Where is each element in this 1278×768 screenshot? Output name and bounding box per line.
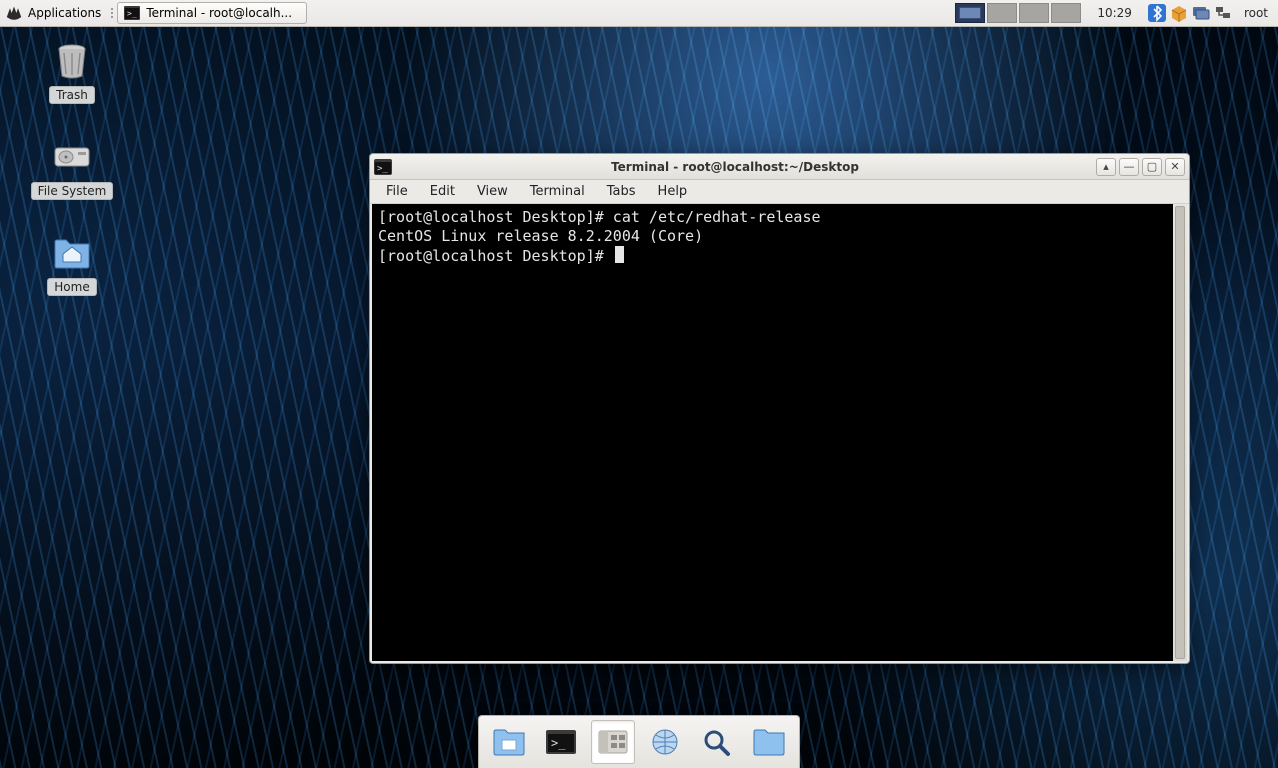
globe-icon bbox=[648, 727, 682, 757]
menu-terminal[interactable]: Terminal bbox=[520, 182, 595, 201]
dock-search[interactable] bbox=[695, 720, 739, 764]
minimize-icon: — bbox=[1124, 160, 1135, 173]
desktop-icon-trash[interactable]: Trash bbox=[12, 38, 132, 104]
window-maximize-button[interactable]: ▢ bbox=[1142, 158, 1162, 176]
terminal-icon: >_ bbox=[124, 6, 140, 20]
workspace-3[interactable] bbox=[1019, 3, 1049, 23]
terminal-icon: >_ bbox=[544, 727, 578, 757]
window-minimize-button[interactable]: — bbox=[1119, 158, 1139, 176]
workspace-4[interactable] bbox=[1051, 3, 1081, 23]
terminal-window: >_ Terminal - root@localhost:~/Desktop ▴… bbox=[369, 153, 1190, 664]
window-menubar: File Edit View Terminal Tabs Help bbox=[370, 180, 1189, 204]
window-titlebar[interactable]: >_ Terminal - root@localhost:~/Desktop ▴… bbox=[370, 154, 1189, 180]
workspace-1[interactable] bbox=[955, 3, 985, 23]
terminal-line: [root@localhost Desktop]# cat /etc/redha… bbox=[378, 208, 821, 226]
workspace-switcher bbox=[949, 0, 1087, 26]
window-shade-button[interactable]: ▴ bbox=[1096, 158, 1116, 176]
terminal-line: CentOS Linux release 8.2.2004 (Core) bbox=[378, 227, 703, 245]
desktop-icon-label: Trash bbox=[49, 86, 95, 104]
dock-folder[interactable] bbox=[747, 720, 791, 764]
window-title: Terminal - root@localhost:~/Desktop bbox=[374, 160, 1096, 174]
maximize-icon: ▢ bbox=[1147, 160, 1157, 173]
bluetooth-icon[interactable] bbox=[1148, 4, 1166, 22]
xfce-mouse-icon bbox=[4, 5, 24, 21]
network-icon[interactable] bbox=[1214, 4, 1232, 22]
close-icon: ✕ bbox=[1170, 160, 1179, 173]
search-icon bbox=[700, 727, 734, 757]
applications-menu-label: Applications bbox=[28, 6, 101, 20]
drive-icon bbox=[50, 134, 94, 178]
terminal-output[interactable]: [root@localhost Desktop]# cat /etc/redha… bbox=[372, 204, 1173, 661]
taskbar-item-label: Terminal - root@localh... bbox=[146, 6, 292, 20]
desktop-icon-filesystem[interactable]: File System bbox=[12, 134, 132, 200]
taskbar-item-terminal[interactable]: >_ Terminal - root@localh... bbox=[117, 2, 307, 24]
terminal-viewport[interactable]: [root@localhost Desktop]# cat /etc/redha… bbox=[372, 204, 1187, 661]
terminal-line: [root@localhost Desktop]# bbox=[378, 247, 613, 265]
top-panel: Applications >_ Terminal - root@localh..… bbox=[0, 0, 1278, 27]
menu-tabs[interactable]: Tabs bbox=[597, 182, 646, 201]
user-name: root bbox=[1244, 6, 1268, 20]
svg-text:>_: >_ bbox=[127, 9, 137, 18]
desktop-icons: Trash File System Home bbox=[12, 38, 132, 296]
chevron-up-icon: ▴ bbox=[1103, 160, 1109, 173]
user-menu[interactable]: root bbox=[1238, 0, 1278, 26]
trash-icon bbox=[50, 38, 94, 82]
file-manager-icon bbox=[596, 727, 630, 757]
dock-file-manager[interactable] bbox=[591, 720, 635, 764]
dock-web-browser[interactable] bbox=[643, 720, 687, 764]
desktop-icon-label: Home bbox=[47, 278, 96, 296]
workspace-2[interactable] bbox=[987, 3, 1017, 23]
desktop-icon-label: File System bbox=[31, 182, 114, 200]
svg-text:>_: >_ bbox=[551, 736, 566, 750]
clock-time: 10:29 bbox=[1097, 6, 1132, 20]
window-close-button[interactable]: ✕ bbox=[1165, 158, 1185, 176]
menu-edit[interactable]: Edit bbox=[420, 182, 465, 201]
display-icon[interactable] bbox=[1192, 4, 1210, 22]
home-folder-icon bbox=[50, 230, 94, 274]
panel-grip[interactable] bbox=[109, 0, 115, 26]
dock-terminal[interactable]: >_ bbox=[539, 720, 583, 764]
desktop-icon-home[interactable]: Home bbox=[12, 230, 132, 296]
bottom-dock: >_ bbox=[478, 715, 800, 768]
terminal-cursor bbox=[615, 246, 624, 263]
system-tray bbox=[1142, 0, 1238, 26]
panel-clock[interactable]: 10:29 bbox=[1087, 0, 1142, 26]
terminal-scrollbar[interactable] bbox=[1173, 204, 1187, 661]
folder-icon bbox=[492, 727, 526, 757]
menu-help[interactable]: Help bbox=[648, 182, 698, 201]
folder-icon bbox=[752, 727, 786, 757]
dock-documents[interactable] bbox=[487, 720, 531, 764]
menu-view[interactable]: View bbox=[467, 182, 518, 201]
applications-menu[interactable]: Applications bbox=[0, 0, 109, 26]
scrollbar-thumb[interactable] bbox=[1175, 206, 1185, 659]
package-updater-icon[interactable] bbox=[1170, 4, 1188, 22]
menu-file[interactable]: File bbox=[376, 182, 418, 201]
